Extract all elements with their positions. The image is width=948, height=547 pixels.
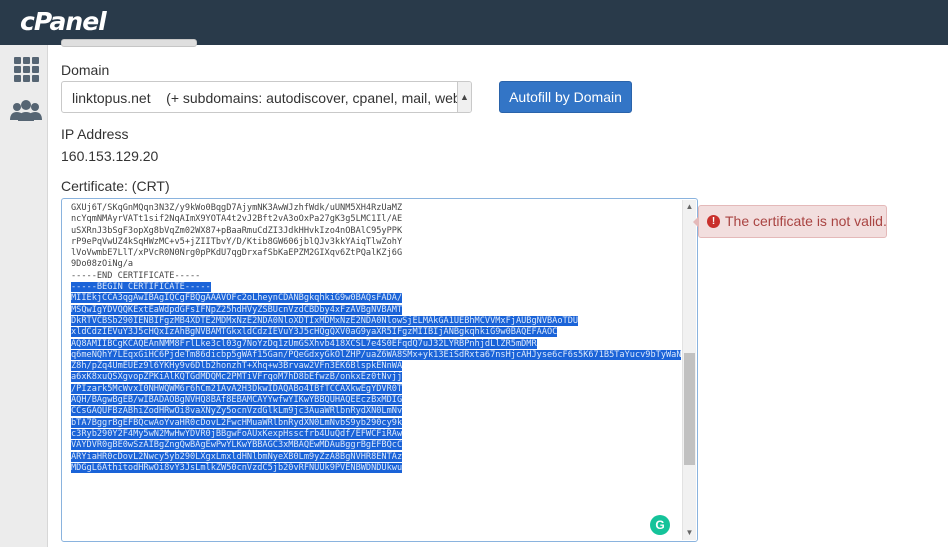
ip-address-label: IP Address bbox=[61, 126, 129, 142]
cert-line: GXUj6T/SKqGnMQqn3N3Z/y9kWo0BqgD7AjymNK3A… bbox=[71, 203, 403, 213]
main-content: Domain linktopus.net (+ subdomains: auto… bbox=[48, 39, 948, 547]
cert-line-selected: DkRTVCBSb290IENBIFgzMB4XDTE2MDMxNzE2NDA0… bbox=[71, 315, 579, 326]
certificate-textarea[interactable]: GXUj6T/SKqGnMQqn3N3Z/y9kWo0BqgD7AjymNK3A… bbox=[61, 198, 698, 542]
cert-line: -----END CERTIFICATE----- bbox=[71, 270, 201, 281]
ip-address-value: 160.153.129.20 bbox=[61, 148, 159, 164]
domain-select[interactable]: linktopus.net (+ subdomains: autodiscove… bbox=[61, 81, 472, 113]
cert-line-selected: Z8h/pZq4UmEUEz9l6YKHy9v6Dlb2honzhT+Xhq+w… bbox=[71, 361, 403, 372]
cpanel-logo[interactable]: cPanel bbox=[20, 7, 107, 36]
cert-line-selected: xldCdzIEVuY3J5cHQxIzAhBgNVBAMTGkxldCdzIE… bbox=[71, 327, 558, 338]
chevron-down-icon: ▲ bbox=[457, 82, 471, 112]
domain-select-value: linktopus.net (+ subdomains: autodiscove… bbox=[72, 90, 472, 106]
cert-line-selected: AQ8AMIIBCgKCAQEAnNMM8FrlLke3cl03g7NoYzDq… bbox=[71, 338, 537, 349]
cert-line-selected: q6meNQhY7LEqxGiHC6PjdeTm86dicbp5gWAf15Ga… bbox=[71, 349, 681, 361]
cert-line-selected: /PIzark5McWvxI0NHWQWM6r6hCm21AvA2H3DkwID… bbox=[71, 383, 403, 394]
cert-line-selected: bTA7BggrBgEFBQcwAoYvaHR0cDovL2FwcHMuaWRl… bbox=[71, 417, 403, 428]
previous-button-clipped[interactable] bbox=[61, 39, 197, 47]
scroll-up-icon[interactable]: ▲ bbox=[683, 200, 696, 214]
scroll-thumb[interactable] bbox=[684, 353, 695, 465]
cert-line: ncYqmNMAyrVATt1sif2NqAImX9YOTA4t2vJ2Bft2… bbox=[71, 214, 403, 225]
cert-line-selected: CCsGAQUFBzABhiZodHRwOi8vaXNyZy5ocnVzdGlk… bbox=[71, 406, 403, 417]
cert-line: uSXRnJ3bSgF3opXg8bVqZm02WX87+pBaaRmuCdZI… bbox=[71, 225, 403, 236]
cert-line-selected: MIIEkjCCA3qgAwIBAgIQCgFBQgAAAVOFc2oLheyn… bbox=[71, 293, 403, 304]
error-icon: ! bbox=[707, 215, 720, 228]
autofill-by-domain-button[interactable]: Autofill by Domain bbox=[499, 81, 632, 113]
cert-line-selected: MDGgL6AthitodHRwOi8vY3JsLmlkZW50cnVzdC5j… bbox=[71, 462, 403, 473]
cert-line: 9Do08zOiNg/a bbox=[71, 259, 134, 270]
cert-line-selected: AQH/BAgwBgEB/wIBADAOBgNVHQ8BAf8EBAMCAYYw… bbox=[71, 395, 403, 406]
tooltip-caret bbox=[693, 216, 699, 228]
domain-label: Domain bbox=[61, 62, 110, 78]
cert-line-selected: ARYiaHR0cDovL2Nwcy5yb290LXgxLmxldHNlbmNy… bbox=[71, 451, 403, 462]
cert-line: lVoVwmbE7LlT/xPVcR0N0Nrg0pPKdU7qgDrxafSb… bbox=[71, 248, 403, 259]
textarea-scrollbar[interactable]: ▲ ▼ bbox=[682, 200, 696, 540]
grid-icon[interactable] bbox=[12, 55, 40, 83]
sidebar bbox=[0, 45, 48, 547]
certificate-text: GXUj6T/SKqGnMQqn3N3Z/y9kWo0BqgD7AjymNK3A… bbox=[71, 203, 681, 474]
certificate-error-tooltip: ! The certificate is not valid. bbox=[693, 205, 887, 238]
cert-line-selected: VAYDVR0gBE0wSzAIBgZngQwBAgEwPwYLKwYBBAGC… bbox=[71, 440, 403, 451]
grammarly-icon[interactable]: G bbox=[650, 515, 670, 535]
cert-line-selected: -----BEGIN CERTIFICATE----- bbox=[71, 282, 211, 293]
cert-line-selected: MSQwIgYDVQQKExtEaWdpdGFsIFNpZ25hdHVyZSBU… bbox=[71, 304, 403, 315]
error-message: The certificate is not valid. bbox=[725, 213, 887, 229]
users-icon[interactable] bbox=[9, 99, 43, 127]
cert-line-selected: c3Ryb290Y2F4My5wN2MwHwYDVR0jBBgwFoAUxKex… bbox=[71, 428, 403, 439]
cert-line: rP9ePqVwUZ4kSqHWzMC+v5+jZIITbvY/D/Ktib8G… bbox=[71, 236, 403, 247]
cert-line-selected: a6xK8xuQSXgvopZPKiAlKQTGdMDQMc2PMTiVFrqo… bbox=[71, 372, 403, 383]
certificate-label: Certificate: (CRT) bbox=[61, 178, 170, 194]
scroll-down-icon[interactable]: ▼ bbox=[683, 526, 696, 540]
